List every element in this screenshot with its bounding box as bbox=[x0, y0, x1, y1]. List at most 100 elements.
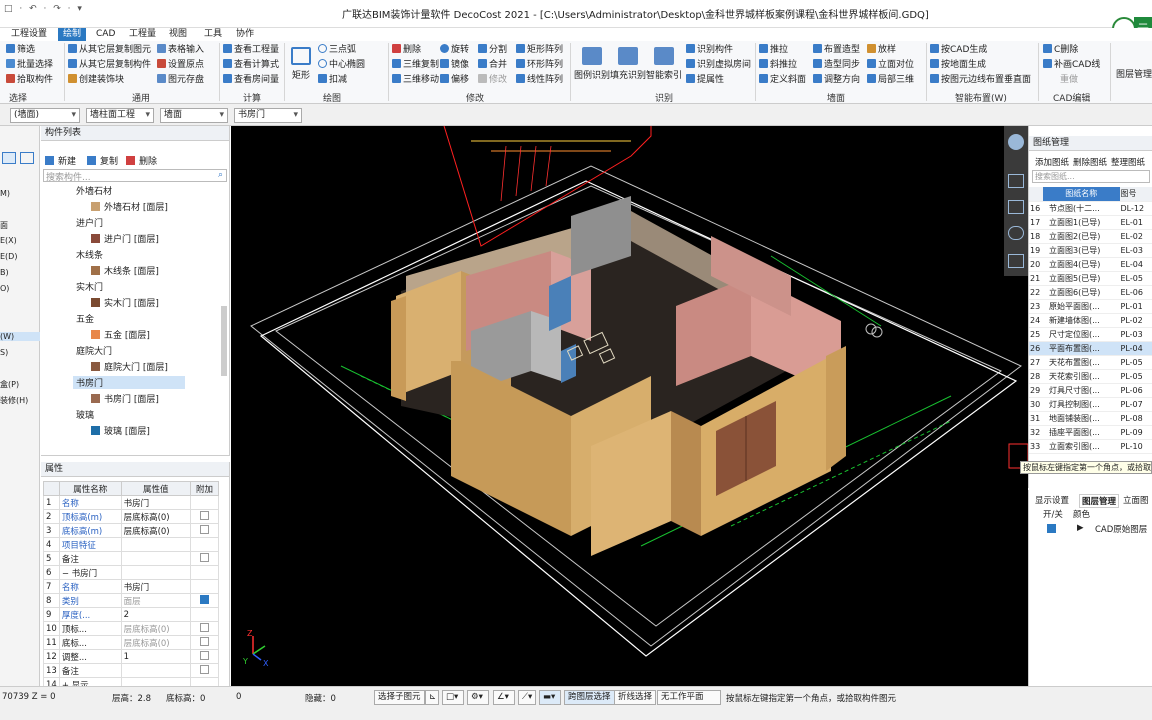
property-row[interactable]: 12 调整... 1 bbox=[43, 649, 219, 664]
property-row[interactable]: 4 项目特征 bbox=[43, 537, 219, 552]
three-point-arc-button[interactable]: 三点弧 bbox=[318, 44, 356, 57]
menu-view[interactable]: 视图 bbox=[164, 28, 192, 41]
tree-item[interactable]: 进户门 [面层] bbox=[91, 232, 159, 245]
linear-array-button[interactable]: 线性阵列 bbox=[516, 74, 563, 87]
pick-component-button[interactable]: 拾取构件 bbox=[6, 74, 53, 87]
category-select[interactable]: (墙面) bbox=[10, 108, 80, 123]
menu-project-settings[interactable]: 工程设置 bbox=[6, 28, 52, 41]
place-shape-button[interactable]: 布置造型 bbox=[813, 44, 860, 57]
orbit-icon[interactable] bbox=[1008, 134, 1024, 150]
extract-attr-button[interactable]: 提属性 bbox=[686, 74, 724, 87]
nav-item[interactable]: B) bbox=[0, 268, 9, 277]
menu-quantity[interactable]: 工程量 bbox=[124, 28, 161, 41]
cad-edit-group-label[interactable]: CAD编辑 bbox=[1053, 91, 1090, 104]
drawing-row[interactable]: 33 立面索引图(... PL-10 bbox=[1029, 439, 1152, 454]
tree-group[interactable]: 庭院大门 bbox=[76, 344, 112, 357]
drawing-row[interactable]: 24 新建墙体图(... PL-02 bbox=[1029, 313, 1152, 328]
table-input-button[interactable]: 表格输入 bbox=[157, 44, 204, 57]
tree-item[interactable]: 外墙石材 [面层] bbox=[91, 200, 168, 213]
split-button[interactable]: 分割 bbox=[478, 44, 507, 57]
view-room-button[interactable]: 查看房间量 bbox=[223, 74, 279, 87]
property-row[interactable]: 10 顶标... 层底标高(0) bbox=[43, 621, 219, 636]
delete-button[interactable]: 删除 bbox=[392, 44, 421, 57]
type-select[interactable]: 墙面 bbox=[160, 108, 228, 123]
nav-item[interactable]: 面 bbox=[0, 220, 8, 231]
tree-group[interactable]: 五金 bbox=[76, 312, 94, 325]
model-canvas[interactable]: Z Y X bbox=[231, 126, 1028, 686]
settings-icon[interactable]: ⚙▾ bbox=[467, 690, 489, 705]
drawing-row[interactable]: 26 平面布置图(... PL-04 bbox=[1029, 341, 1152, 356]
deduct-button[interactable]: 扣减 bbox=[318, 74, 347, 87]
property-row[interactable]: 8 类别 面层 bbox=[43, 593, 219, 608]
rect-select-icon[interactable]: □▾ bbox=[442, 690, 464, 705]
delete-button[interactable]: 删除 bbox=[126, 154, 157, 167]
property-row[interactable]: 7 名称 书房门 bbox=[43, 579, 219, 594]
drawing-row[interactable]: 25 尺寸定位图(... PL-03 bbox=[1029, 327, 1152, 342]
attr-checkbox[interactable] bbox=[200, 552, 209, 562]
recognize-virtual-room-button[interactable]: 识别虚拟房间 bbox=[686, 59, 751, 72]
rectangle-button[interactable]: 矩形 bbox=[288, 47, 314, 81]
col-drawing-name[interactable]: 图纸名称 bbox=[1043, 187, 1120, 202]
drawing-row[interactable]: 19 立面图3(已导) EL-03 bbox=[1029, 243, 1152, 258]
project-select[interactable]: 墙柱面工程 bbox=[86, 108, 154, 123]
nav-item[interactable]: S) bbox=[0, 348, 8, 357]
drawing-row[interactable]: 28 天花索引图(... PL-05 bbox=[1029, 369, 1152, 384]
property-row[interactable]: 3 底标高(m) 层底标高(0) bbox=[43, 523, 219, 538]
property-row[interactable]: 11 底标... 层底标高(0) bbox=[43, 635, 219, 650]
tree-item[interactable]: 五金 [面层] bbox=[91, 328, 150, 341]
fill-recognize-button[interactable]: 填充识别 bbox=[610, 47, 646, 81]
save-element-button[interactable]: 图元存盘 bbox=[157, 74, 204, 87]
merge-button[interactable]: 合并 bbox=[478, 59, 507, 72]
adjust-direction-button[interactable]: 调整方向 bbox=[813, 74, 860, 87]
property-row[interactable]: 1 名称 书房门 bbox=[43, 495, 219, 510]
drawing-row[interactable]: 27 天花布置图(... PL-05 bbox=[1029, 355, 1152, 370]
snap-icon[interactable]: ⊾ bbox=[425, 690, 439, 705]
property-row[interactable]: 5 备注 bbox=[43, 551, 219, 566]
layer-management-button[interactable]: 图层管理 bbox=[1116, 69, 1152, 82]
redo-button[interactable]: 重做 bbox=[1060, 74, 1078, 87]
modify-button[interactable]: 修改 bbox=[478, 74, 507, 87]
set-origin-button[interactable]: 设置原点 bbox=[157, 59, 204, 72]
loft-button[interactable]: 放样 bbox=[867, 44, 896, 57]
attr-checkbox[interactable] bbox=[200, 510, 209, 520]
work-plane-select[interactable]: 无工作平面 bbox=[657, 690, 721, 705]
c-delete-button[interactable]: C删除 bbox=[1043, 44, 1078, 57]
add-drawing-button[interactable]: 添加图纸 bbox=[1035, 156, 1069, 168]
oblique-push-button[interactable]: 斜推拉 bbox=[759, 59, 797, 72]
organize-drawing-button[interactable]: 整理图纸 bbox=[1111, 156, 1145, 168]
line-icon[interactable]: ⟋▾ bbox=[518, 690, 536, 705]
rect-array-button[interactable]: 矩形阵列 bbox=[516, 44, 563, 57]
drawing-row[interactable]: 32 插座平面图(... PL-09 bbox=[1029, 425, 1152, 440]
gen-by-floor-button[interactable]: 按地面生成 bbox=[930, 59, 986, 72]
delete-drawing-button[interactable]: 删除图纸 bbox=[1073, 156, 1107, 168]
attr-checkbox[interactable] bbox=[200, 664, 209, 674]
attr-checkbox[interactable] bbox=[200, 650, 209, 660]
property-row[interactable]: 9 厚度(... 2 bbox=[43, 607, 219, 622]
list-view-icon[interactable] bbox=[20, 152, 34, 164]
push-pull-button[interactable]: 推拉 bbox=[759, 44, 788, 57]
tree-group[interactable]: 外墙石材 bbox=[76, 184, 112, 197]
cross-layer-select-button[interactable]: 跨图层选择 bbox=[564, 690, 615, 705]
drawing-row[interactable]: 18 立面图2(已导) EL-02 bbox=[1029, 229, 1152, 244]
polyline-select-button[interactable]: 折线选择 bbox=[614, 690, 657, 705]
view-quantity-button[interactable]: 查看工程量 bbox=[223, 44, 279, 57]
property-row[interactable]: 13 备注 bbox=[43, 663, 219, 678]
rotate-view-icon[interactable] bbox=[1008, 226, 1024, 240]
component-search-input[interactable]: 搜索构件... ⌕ bbox=[43, 169, 227, 183]
drawing-search-input[interactable]: 搜索图纸... bbox=[1032, 170, 1150, 183]
ring-array-button[interactable]: 环形阵列 bbox=[516, 59, 563, 72]
3d-copy-button[interactable]: 三维复制 bbox=[392, 59, 439, 72]
angle-icon[interactable]: ∠▾ bbox=[493, 690, 515, 705]
tree-group[interactable]: 书房门 bbox=[73, 376, 185, 389]
layer-icon[interactable]: ▬▾ bbox=[539, 690, 561, 705]
recognize-component-button[interactable]: 识别构件 bbox=[686, 44, 733, 57]
mirror-button[interactable]: 镜像 bbox=[440, 59, 469, 72]
drawing-row[interactable]: 29 灯具尺寸图(... PL-06 bbox=[1029, 383, 1152, 398]
drawing-row[interactable]: 21 立面图5(已导) EL-05 bbox=[1029, 271, 1152, 286]
nav-item[interactable]: M) bbox=[0, 189, 10, 198]
tree-item[interactable]: 实木门 [面层] bbox=[91, 296, 159, 309]
menu-cad[interactable]: CAD bbox=[91, 28, 120, 41]
tree-group[interactable]: 实木门 bbox=[76, 280, 103, 293]
drawing-row[interactable]: 17 立面图1(已导) EL-01 bbox=[1029, 215, 1152, 230]
tree-group[interactable]: 玻璃 bbox=[76, 408, 94, 421]
